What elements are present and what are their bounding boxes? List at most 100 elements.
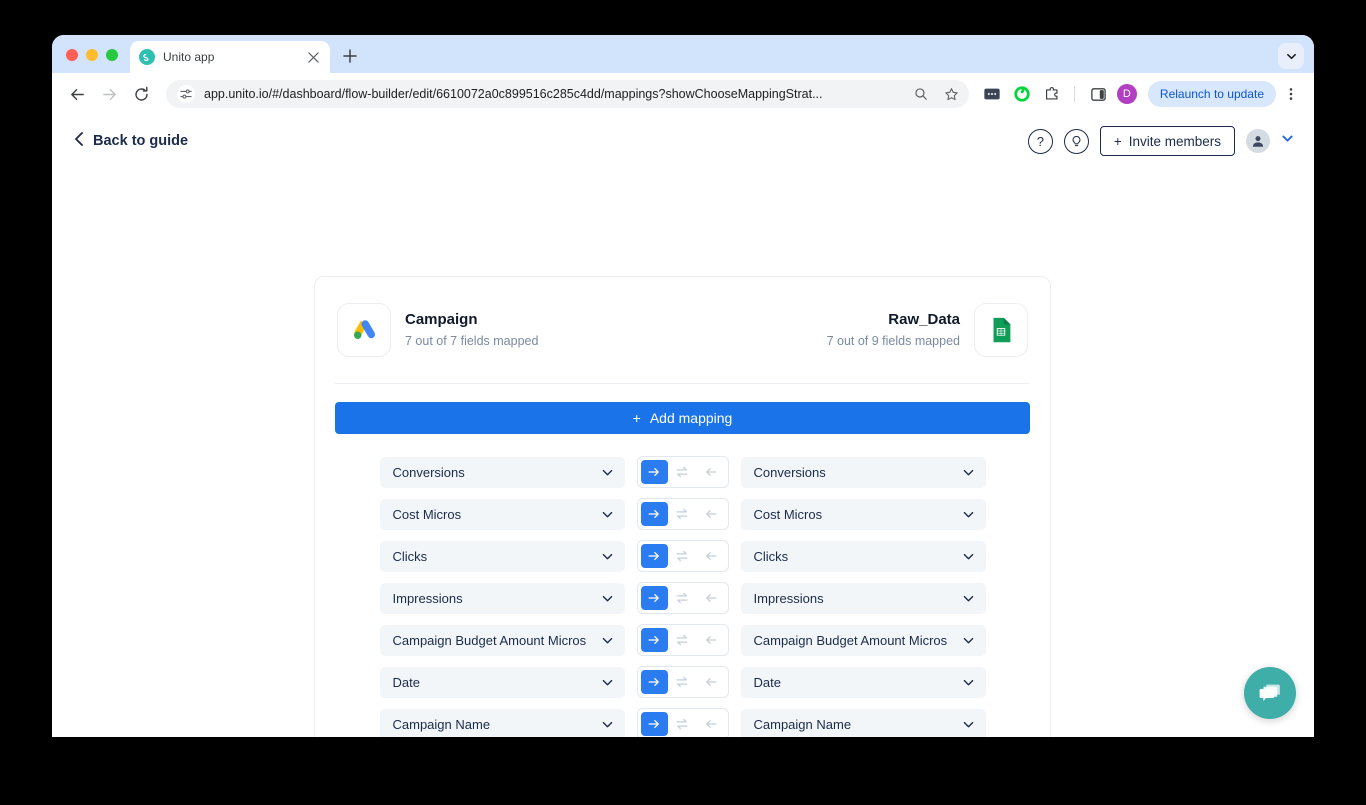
chevron-down-icon [962,508,975,521]
reload-icon[interactable] [126,79,156,109]
browser-tab[interactable]: Unito app [130,41,330,73]
destination-field-label: Impressions [754,591,824,606]
source-field-label: Conversions [393,465,465,480]
source-field-select[interactable]: Campaign Budget Amount Micros [380,625,625,656]
source-field-select[interactable]: Clicks [380,541,625,572]
direction-left-button[interactable] [697,502,724,526]
field-mapping-card: Campaign 7 out of 7 fields mapped Raw_Da… [314,276,1051,737]
destination-field-select[interactable]: Cost Micros [741,499,986,530]
destination-field-select[interactable]: Campaign Name [741,709,986,738]
plus-icon: + [633,410,641,426]
side-panel-icon[interactable] [1086,81,1112,107]
new-tab-button[interactable] [336,42,364,70]
source-field-select[interactable]: Conversions [380,457,625,488]
browser-window: Unito app [52,35,1314,737]
site-settings-icon[interactable] [177,85,195,103]
direction-left-button[interactable] [697,544,724,568]
chevron-down-icon [601,634,614,647]
mapping-row: Cost Micros Cost Micros [335,498,1030,530]
direction-selector [637,498,729,530]
invite-members-button[interactable]: + Invite members [1100,126,1235,156]
google-sheets-logo [974,303,1028,357]
back-to-guide-link[interactable]: Back to guide [74,132,188,150]
toolbar-divider [1074,86,1075,102]
direction-left-button[interactable] [697,460,724,484]
destination-field-label: Clicks [754,549,789,564]
direction-both-button[interactable] [669,670,696,694]
source-field-select[interactable]: Impressions [380,583,625,614]
google-ads-logo [337,303,391,357]
address-bar[interactable]: app.unito.io/#/dashboard/flow-builder/ed… [166,80,969,108]
direction-right-button[interactable] [641,460,668,484]
add-mapping-button[interactable]: + Add mapping [335,402,1030,434]
close-icon[interactable] [305,49,321,65]
mapping-row: Clicks Clicks [335,540,1030,572]
chevron-down-icon [601,550,614,563]
extension-green-icon[interactable] [1009,81,1035,107]
source-field-label: Date [393,675,420,690]
source-connector-text: Campaign 7 out of 7 fields mapped [405,309,538,350]
destination-field-select[interactable]: Campaign Budget Amount Micros [741,625,986,656]
app-header-actions: ? + Invite members [1028,126,1294,156]
direction-both-button[interactable] [669,460,696,484]
direction-left-button[interactable] [697,712,724,736]
close-window-button[interactable] [66,49,78,61]
direction-both-button[interactable] [669,628,696,652]
direction-both-button[interactable] [669,544,696,568]
forward-icon[interactable] [94,79,124,109]
direction-left-button[interactable] [697,670,724,694]
direction-right-button[interactable] [641,628,668,652]
account-chevron-down-icon[interactable] [1281,132,1294,150]
destination-connector: Raw_Data 7 out of 9 fields mapped [827,303,1028,357]
source-connector: Campaign 7 out of 7 fields mapped [337,303,538,357]
source-field-label: Cost Micros [393,507,462,522]
destination-field-select[interactable]: Conversions [741,457,986,488]
source-name: Campaign [405,309,538,332]
destination-field-select[interactable]: Impressions [741,583,986,614]
back-icon[interactable] [62,79,92,109]
avatar[interactable] [1246,129,1270,153]
tab-strip: Unito app [52,35,1314,73]
chat-bubble-icon[interactable] [1244,667,1296,719]
search-icon[interactable] [910,83,932,105]
source-field-select[interactable]: Cost Micros [380,499,625,530]
source-field-select[interactable]: Campaign Name [380,709,625,738]
tab-search-chevron-down-icon[interactable] [1278,43,1304,69]
chevron-down-icon [962,634,975,647]
direction-right-button[interactable] [641,544,668,568]
destination-field-label: Cost Micros [754,507,823,522]
page-content: Back to guide ? + Invite members [52,115,1314,737]
tips-lightbulb-icon[interactable] [1064,129,1089,154]
direction-selector [637,708,729,737]
source-field-select[interactable]: Date [380,667,625,698]
relaunch-to-update-button[interactable]: Relaunch to update [1148,81,1276,107]
direction-left-button[interactable] [697,586,724,610]
destination-field-select[interactable]: Date [741,667,986,698]
direction-selector [637,666,729,698]
destination-field-select[interactable]: Clicks [741,541,986,572]
chevron-down-icon [962,550,975,563]
destination-fields-mapped: 7 out of 9 fields mapped [827,332,960,351]
direction-selector [637,540,729,572]
maximize-window-button[interactable] [106,49,118,61]
kebab-menu-icon[interactable] [1278,81,1304,107]
direction-right-button[interactable] [641,670,668,694]
extension-dark-icon[interactable] [979,81,1005,107]
direction-right-button[interactable] [641,712,668,736]
direction-both-button[interactable] [669,712,696,736]
help-icon[interactable]: ? [1028,129,1053,154]
chevron-down-icon [601,718,614,731]
chevron-left-icon [74,132,84,150]
direction-both-button[interactable] [669,586,696,610]
direction-right-button[interactable] [641,586,668,610]
direction-right-button[interactable] [641,502,668,526]
extensions-puzzle-icon[interactable] [1039,81,1065,107]
bookmark-star-icon[interactable] [941,83,963,105]
direction-both-button[interactable] [669,502,696,526]
direction-selector [637,582,729,614]
direction-left-button[interactable] [697,628,724,652]
minimize-window-button[interactable] [86,49,98,61]
profile-avatar[interactable]: D [1117,84,1137,104]
source-field-label: Impressions [393,591,463,606]
chevron-down-icon [962,466,975,479]
